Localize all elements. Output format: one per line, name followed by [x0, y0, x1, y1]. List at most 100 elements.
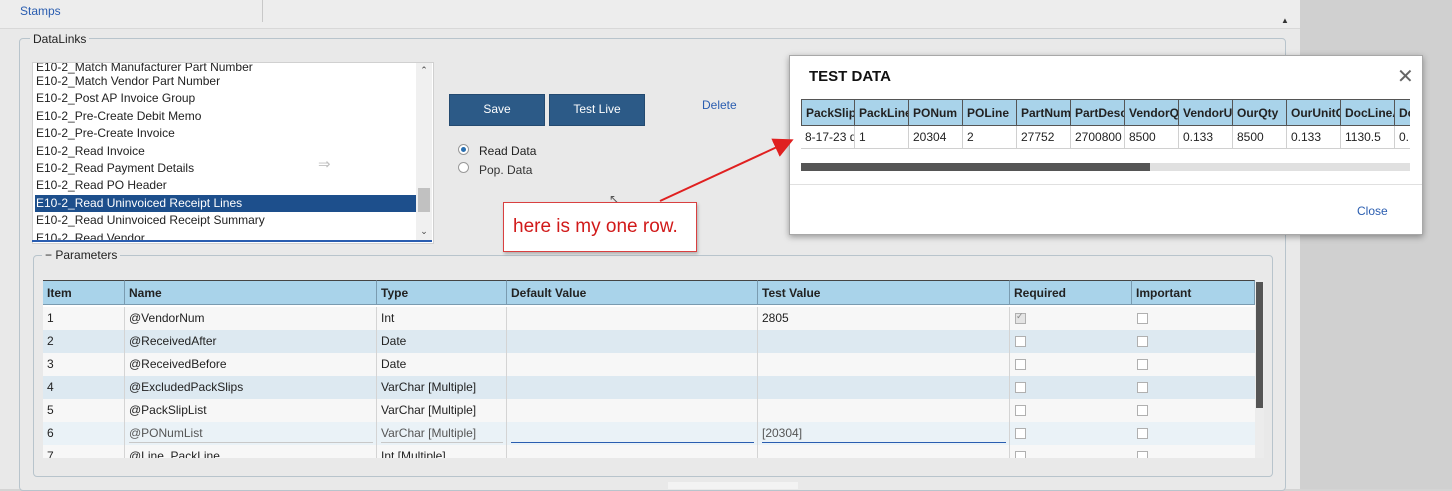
- test-data-scroll-thumb[interactable]: [801, 163, 1150, 171]
- test-data-cell[interactable]: 0.133: [1287, 126, 1341, 149]
- grid-cell-default[interactable]: [507, 307, 758, 330]
- pop-data-label[interactable]: Pop. Data: [479, 163, 532, 177]
- required-checkbox[interactable]: [1015, 451, 1026, 458]
- test-data-cell[interactable]: 0.: [1395, 126, 1410, 149]
- important-checkbox[interactable]: [1137, 336, 1148, 347]
- important-checkbox[interactable]: [1137, 359, 1148, 370]
- important-checkbox[interactable]: [1137, 451, 1148, 458]
- test-data-column-header[interactable]: PackSlip: [801, 99, 855, 126]
- test-data-cell[interactable]: 1130.5: [1341, 126, 1395, 149]
- table-row[interactable]: 1 @VendorNum Int 2805: [43, 307, 1255, 331]
- grid-cell-item[interactable]: 3: [43, 353, 125, 376]
- required-checkbox[interactable]: [1015, 336, 1026, 347]
- grid-cell-test[interactable]: [758, 445, 1010, 458]
- grid-cell-type[interactable]: Int [Multiple]: [377, 445, 507, 458]
- grid-cell-type[interactable]: VarChar [Multiple]: [377, 399, 507, 422]
- test-data-column-header[interactable]: Do: [1395, 99, 1410, 126]
- table-row[interactable]: 7 @Line_PackLine Int [Multiple]: [43, 445, 1255, 458]
- datalink-list-item[interactable]: E10-2_Read PO Header: [35, 177, 418, 194]
- required-checkbox[interactable]: [1015, 428, 1026, 439]
- grid-cell-type[interactable]: Date: [377, 353, 507, 376]
- test-data-column-header[interactable]: PONum: [909, 99, 963, 126]
- grid-cell-default[interactable]: [507, 353, 758, 376]
- grid-column-header[interactable]: Item: [43, 280, 125, 305]
- test-data-cell[interactable]: 8-17-23 d: [801, 126, 855, 149]
- datalink-list-item[interactable]: E10-2_Pre-Create Debit Memo: [35, 108, 418, 125]
- required-checkbox[interactable]: [1015, 382, 1026, 393]
- read-data-radio[interactable]: [458, 144, 469, 155]
- test-data-cell[interactable]: 8500: [1125, 126, 1179, 149]
- grid-cell-default[interactable]: [507, 330, 758, 353]
- grid-column-header[interactable]: Name: [125, 280, 377, 305]
- grid-cell-item[interactable]: 4: [43, 376, 125, 399]
- datalinks-list-scroll-thumb[interactable]: [418, 188, 430, 212]
- datalink-list-item[interactable]: E10-2_Match Vendor Part Number: [35, 73, 418, 90]
- test-data-column-header[interactable]: OurUnitC: [1287, 99, 1341, 126]
- required-checkbox[interactable]: [1015, 311, 1026, 324]
- datalinks-list-scrollbar[interactable]: [416, 63, 432, 241]
- test-data-column-header[interactable]: VendorU: [1179, 99, 1233, 126]
- grid-cell-default[interactable]: [507, 445, 758, 458]
- test-data-column-header[interactable]: VendorQ: [1125, 99, 1179, 126]
- chevron-down-icon[interactable]: ⌄: [416, 226, 432, 237]
- test-data-cell[interactable]: 0.133: [1179, 126, 1233, 149]
- test-data-column-header[interactable]: PartDesc: [1071, 99, 1125, 126]
- grid-cell-test[interactable]: 2805: [758, 307, 1010, 330]
- test-data-column-header[interactable]: PackLine: [855, 99, 909, 126]
- test-data-column-header[interactable]: PartNum: [1017, 99, 1071, 126]
- grid-cell-item[interactable]: 5: [43, 399, 125, 422]
- table-row[interactable]: 4 @ExcludedPackSlips VarChar [Multiple]: [43, 376, 1255, 400]
- test-data-cell[interactable]: 2700800: [1071, 126, 1125, 149]
- datalink-list-item[interactable]: E10-2_Post AP Invoice Group: [35, 90, 418, 107]
- test-data-cell[interactable]: 8500: [1233, 126, 1287, 149]
- grid-cell-item[interactable]: 2: [43, 330, 125, 353]
- grid-cell-type[interactable]: Date: [377, 330, 507, 353]
- grid-column-header[interactable]: Test Value: [758, 280, 1010, 305]
- test-data-cell[interactable]: 27752: [1017, 126, 1071, 149]
- datalink-list-item[interactable]: E10-2_Read Uninvoiced Receipt Summary: [35, 212, 418, 229]
- grid-cell-item[interactable]: 7: [43, 445, 125, 458]
- grid-cell-default[interactable]: [507, 376, 758, 399]
- datalinks-list[interactable]: E10-2_Match Manufacturer Part Number E10-…: [32, 62, 434, 244]
- grid-column-header[interactable]: Default Value: [507, 280, 758, 305]
- important-checkbox[interactable]: [1137, 428, 1148, 439]
- table-row[interactable]: 5 @PackSlipList VarChar [Multiple]: [43, 399, 1255, 423]
- grid-cell-item[interactable]: 6: [43, 422, 125, 445]
- read-data-label[interactable]: Read Data: [479, 144, 536, 158]
- parameters-grid-scroll-thumb[interactable]: [1256, 282, 1263, 408]
- parameters-legend[interactable]: − Parameters: [42, 248, 121, 262]
- grid-cell-name[interactable]: @ReceivedBefore: [125, 353, 377, 376]
- pop-data-radio[interactable]: [458, 162, 469, 173]
- test-data-cell[interactable]: 2: [963, 126, 1017, 149]
- test-data-column-header[interactable]: DocLineA: [1341, 99, 1395, 126]
- grid-column-header[interactable]: Required: [1010, 280, 1132, 305]
- important-checkbox[interactable]: [1137, 382, 1148, 393]
- grid-cell-item[interactable]: 1: [43, 307, 125, 330]
- table-row[interactable]: 2 @ReceivedAfter Date: [43, 330, 1255, 354]
- grid-cell-type[interactable]: VarChar [Multiple]: [377, 376, 507, 399]
- test-live-button[interactable]: Test Live: [549, 94, 645, 126]
- close-x-icon[interactable]: ✕: [1397, 64, 1414, 89]
- scroll-up-arrow-icon[interactable]: ▲: [1279, 16, 1291, 28]
- grid-cell-test[interactable]: [758, 353, 1010, 376]
- test-data-cell[interactable]: 20304: [909, 126, 963, 149]
- important-checkbox[interactable]: [1137, 313, 1148, 324]
- required-checkbox[interactable]: [1015, 405, 1026, 416]
- important-checkbox[interactable]: [1137, 405, 1148, 416]
- test-data-column-header[interactable]: OurQty: [1233, 99, 1287, 126]
- datalink-list-item[interactable]: E10-2_Read Payment Details: [35, 160, 418, 177]
- grid-cell-name[interactable]: @PackSlipList: [125, 399, 377, 422]
- save-button[interactable]: Save: [449, 94, 545, 126]
- close-button[interactable]: Close: [1357, 204, 1388, 218]
- grid-cell-default[interactable]: [507, 399, 758, 422]
- test-data-cell[interactable]: 1: [855, 126, 909, 149]
- grid-cell-name[interactable]: @ExcludedPackSlips: [125, 376, 377, 399]
- required-checkbox[interactable]: [1015, 359, 1026, 370]
- delete-link[interactable]: Delete: [702, 98, 737, 112]
- grid-cell-name[interactable]: @Line_PackLine: [125, 445, 377, 458]
- grid-cell-test[interactable]: [758, 376, 1010, 399]
- datalink-list-item[interactable]: E10-2_Read Uninvoiced Receipt Lines: [35, 195, 418, 212]
- grid-cell-test[interactable]: [758, 399, 1010, 422]
- grid-cell-name[interactable]: @VendorNum: [125, 307, 377, 330]
- grid-column-header[interactable]: Important: [1132, 280, 1255, 305]
